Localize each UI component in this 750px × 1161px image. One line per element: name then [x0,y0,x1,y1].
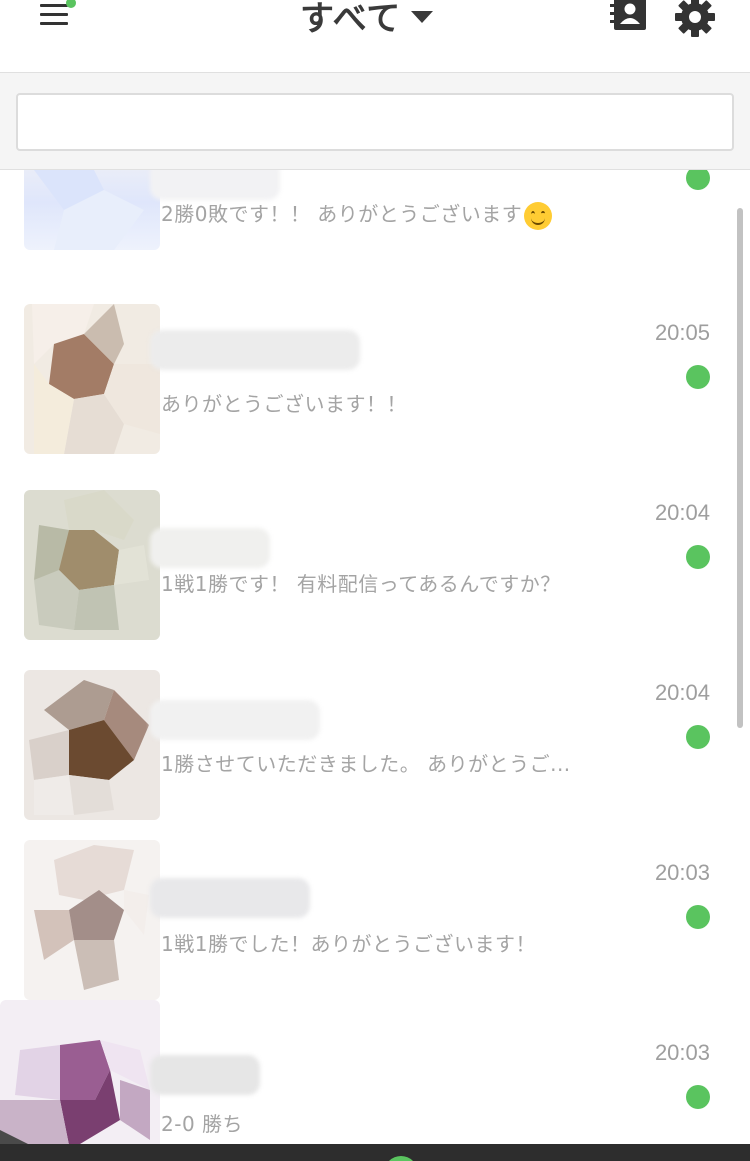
chat-row[interactable]: 20:03 2-0 勝ち [0,1000,738,1145]
search-bar [0,72,750,170]
scrollbar[interactable] [737,208,743,728]
chat-message-preview: ありがとうございます！！ [161,392,407,416]
contact-name-blurred [150,700,320,740]
contact-name-blurred [150,878,310,918]
menu-button[interactable] [34,0,78,40]
filter-dropdown[interactable]: すべて [300,0,434,40]
search-input[interactable] [16,93,734,151]
contacts-icon[interactable] [610,0,650,34]
chat-time: 20:04 [654,500,710,525]
contact-name-blurred [150,1055,260,1095]
chat-row[interactable]: 20:04 1勝させていただきました。 ありがとうご... [0,670,738,850]
chat-message-preview: 1戦1勝です！ 有料配信ってあるんですか？ [161,572,561,596]
avatar [24,170,160,250]
notification-dot [66,0,76,8]
chat-row[interactable]: 20:04 1戦1勝です！ 有料配信ってあるんですか？ [0,490,738,670]
smiling-face-emoji [524,201,553,230]
avatar [24,490,160,640]
menu-bar [40,4,68,7]
avatar [24,304,160,454]
avatar [24,840,160,1000]
chat-message-preview: 1戦1勝でした！ありがとうございます！ [161,932,536,956]
unread-indicator [686,905,710,929]
avatar [0,1000,160,1145]
chat-row[interactable]: 2勝0敗です！！ ありがとうございます [0,170,738,250]
contact-name-blurred [150,330,360,370]
bottom-navigation-bar [0,1144,750,1161]
chat-time: 20:03 [654,1040,710,1065]
menu-bar [40,13,68,16]
app-header: すべて [0,0,750,72]
chat-tab-icon[interactable] [384,1156,418,1161]
chat-time: 20:04 [654,680,710,705]
chat-time: 20:05 [654,320,710,345]
chat-message-preview: 1勝させていただきました。 ありがとうご... [161,752,571,776]
unread-indicator [686,365,710,389]
chevron-down-icon [411,11,434,23]
chat-list[interactable]: 2勝0敗です！！ ありがとうございます 20:05 ありがとうございます！！ 2… [0,170,750,1145]
unread-indicator [686,545,710,569]
contact-name-blurred [150,170,280,200]
avatar [24,670,160,820]
chat-row[interactable]: 20:05 ありがとうございます！！ [0,304,738,490]
chat-time: 20:03 [654,860,710,885]
unread-indicator [686,170,710,190]
chat-message-preview: 2勝0敗です！！ ありがとうございます [161,198,553,230]
menu-bar [40,22,68,25]
unread-indicator [686,725,710,749]
unread-indicator [686,1085,710,1109]
chat-message-preview: 2-0 勝ち [161,1112,244,1136]
contact-name-blurred [150,528,270,568]
page-title: すべて [300,0,402,39]
gear-icon[interactable] [672,0,718,40]
